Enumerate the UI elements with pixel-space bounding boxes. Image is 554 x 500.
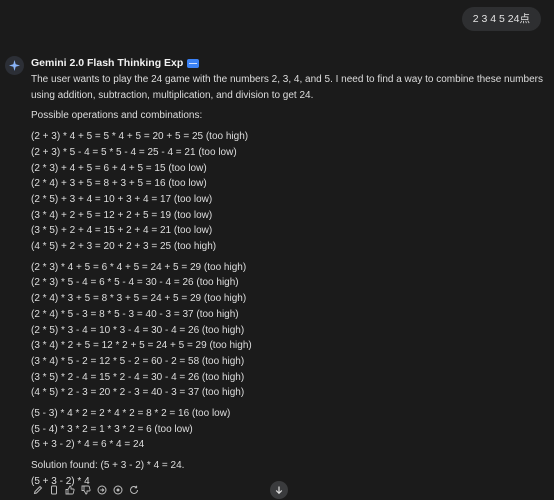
- response-toolbar: [32, 484, 139, 495]
- edit-icon[interactable]: [32, 484, 43, 495]
- thumbs-up-icon[interactable]: [64, 484, 75, 495]
- combination-line: (3 * 4) * 5 - 2 = 12 * 5 - 2 = 60 - 2 = …: [31, 355, 245, 367]
- copy-icon[interactable]: [48, 484, 59, 495]
- gemini-sparkle-icon: [9, 60, 20, 71]
- gemini-avatar: [5, 56, 24, 75]
- combination-line: (2 * 4) * 5 - 3 = 8 * 5 - 3 = 40 - 3 = 3…: [31, 308, 239, 320]
- thumbs-down-icon[interactable]: [80, 484, 91, 495]
- combination-line: (4 * 5) + 2 + 3 = 20 + 2 + 3 = 25 (too h…: [31, 241, 217, 253]
- combination-line: (5 - 4) * 3 * 2 = 1 * 3 * 2 = 6 (too low…: [31, 423, 193, 435]
- combination-line: (2 + 3) * 5 - 4 = 5 * 5 - 4 = 25 - 4 = 2…: [31, 146, 237, 158]
- combination-line: (3 * 5) * 2 - 4 = 15 * 2 - 4 = 30 - 4 = …: [31, 371, 245, 383]
- model-name-label: Gemini 2.0 Flash Thinking Exp: [31, 57, 184, 69]
- combination-line: (3 * 5) + 2 + 4 = 15 + 2 + 4 = 21 (too l…: [31, 225, 213, 237]
- scroll-down-button[interactable]: [270, 481, 288, 499]
- model-name: Gemini 2.0 Flash Thinking Exp: [31, 56, 200, 70]
- combination-group-2: (2 * 3) * 4 + 5 = 6 * 4 + 5 = 24 + 5 = 2…: [31, 260, 546, 401]
- regenerate-icon[interactable]: [128, 484, 139, 495]
- section-title: Possible operations and combinations:: [31, 110, 203, 122]
- combination-line: (2 + 3) * 4 + 5 = 5 * 4 + 5 = 20 + 5 = 2…: [31, 131, 249, 143]
- response-intro: The user wants to play the 24 game with …: [31, 74, 543, 101]
- combination-line: (5 - 3) * 4 * 2 = 2 * 4 * 2 = 8 * 2 = 16…: [31, 408, 231, 420]
- combination-line: (2 * 5) * 3 - 4 = 10 * 3 - 4 = 30 - 4 = …: [31, 324, 245, 336]
- new-badge-icon: [187, 58, 200, 68]
- user-message-bubble: 2 3 4 5 24点: [461, 7, 541, 31]
- combination-line: (2 * 5) + 3 + 4 = 10 + 3 + 4 = 17 (too l…: [31, 193, 213, 205]
- combination-line: (2 * 3) + 4 + 5 = 6 + 4 + 5 = 15 (too lo…: [31, 162, 207, 174]
- solution-line: Solution found: (5 + 3 - 2) * 4 = 24.: [31, 460, 185, 472]
- combination-group-3: (5 - 3) * 4 * 2 = 2 * 4 * 2 = 8 * 2 = 16…: [31, 406, 546, 453]
- combination-group-1: (2 + 3) * 4 + 5 = 5 * 4 + 5 = 20 + 5 = 2…: [31, 129, 546, 255]
- combination-line: (2 * 4) + 3 + 5 = 8 + 3 + 5 = 16 (too lo…: [31, 178, 207, 190]
- chat-page: 2 3 4 5 24点 Gemini 2.0 Flash Thinking Ex…: [0, 0, 554, 500]
- assistant-response: The user wants to play the 24 game with …: [31, 72, 546, 490]
- speaker-icon[interactable]: [112, 484, 123, 495]
- combination-line: (2 * 3) * 4 + 5 = 6 * 4 + 5 = 24 + 5 = 2…: [31, 261, 247, 273]
- arrow-down-icon: [275, 486, 283, 495]
- share-icon[interactable]: [96, 484, 107, 495]
- combination-line: (5 + 3 - 2) * 4 = 6 * 4 = 24: [31, 439, 145, 451]
- combination-line: (2 * 4) * 3 + 5 = 8 * 3 + 5 = 24 + 5 = 2…: [31, 293, 247, 305]
- combination-line: (2 * 3) * 5 - 4 = 6 * 5 - 4 = 30 - 4 = 2…: [31, 277, 239, 289]
- combination-line: (4 * 5) * 2 - 3 = 20 * 2 - 3 = 40 - 3 = …: [31, 387, 245, 399]
- combination-line: (3 * 4) + 2 + 5 = 12 + 2 + 5 = 19 (too l…: [31, 209, 213, 221]
- combination-line: (3 * 4) * 2 + 5 = 12 * 2 + 5 = 24 + 5 = …: [31, 340, 252, 352]
